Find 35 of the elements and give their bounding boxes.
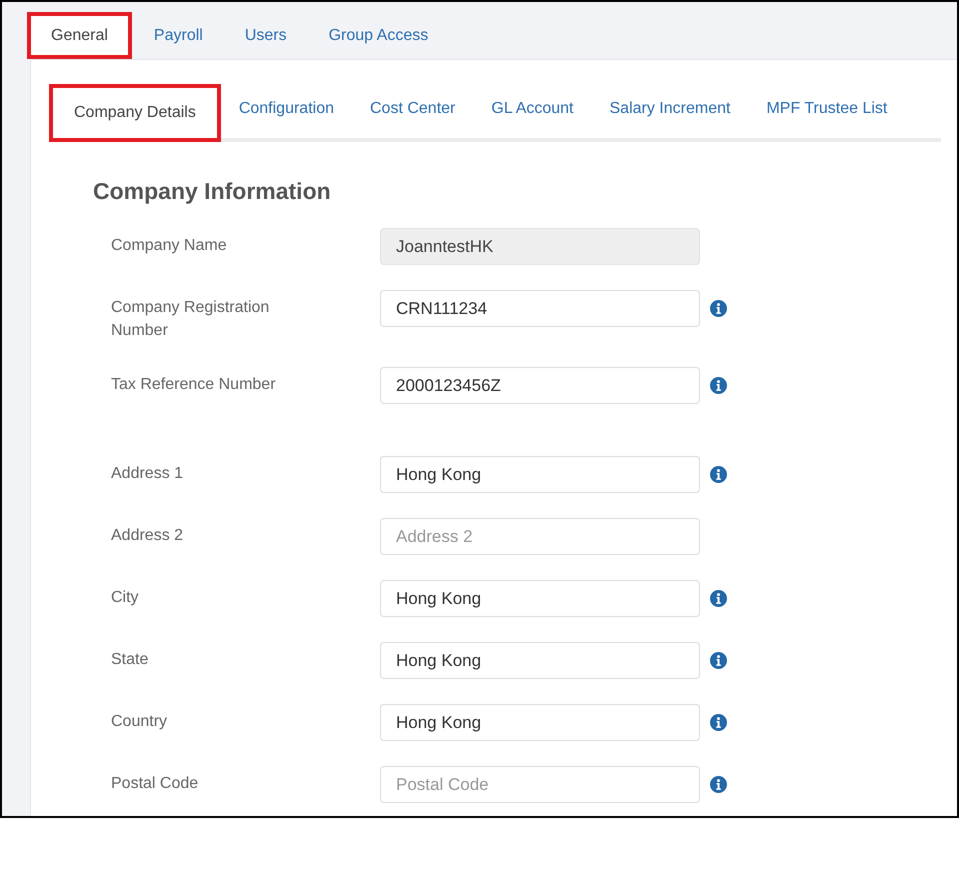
- field-label: Address 2: [111, 526, 184, 546]
- info-icon: [710, 714, 727, 731]
- text-field[interactable]: Hong Kong: [380, 642, 700, 679]
- sub-tab[interactable]: MPF Trustee List: [748, 80, 906, 138]
- text-field[interactable]: Hong Kong: [380, 704, 700, 741]
- field-label: Postal Code: [111, 774, 200, 794]
- info-icon: [710, 776, 727, 793]
- text-field[interactable]: Postal Code: [380, 766, 700, 803]
- text-field[interactable]: Hong Kong: [380, 580, 700, 617]
- tab[interactable]: General: [27, 12, 132, 59]
- sub-tab[interactable]: Cost Center: [352, 80, 474, 138]
- field-label: Tax Reference Number: [111, 375, 277, 395]
- field-label: Country: [111, 712, 168, 732]
- text-field[interactable]: Address 2: [380, 518, 700, 555]
- sub-tab[interactable]: Configuration: [220, 80, 352, 138]
- field-label: State: [111, 650, 150, 670]
- section-title: Company Information: [93, 177, 332, 206]
- text-field[interactable]: CRN111234: [380, 290, 700, 327]
- info-icon: [710, 377, 727, 394]
- info-icon: [710, 300, 727, 317]
- text-field[interactable]: Hong Kong: [380, 456, 700, 493]
- sub-tab[interactable]: Company Details: [49, 84, 221, 142]
- tab[interactable]: Group Access: [308, 12, 448, 59]
- sub-tab[interactable]: Salary Increment: [592, 80, 748, 138]
- field-label: Company Name: [111, 236, 228, 256]
- info-icon: [710, 466, 727, 483]
- sub-tab[interactable]: GL Account: [473, 80, 592, 138]
- field-label: Company Registration Number: [111, 298, 270, 341]
- text-field[interactable]: 2000123456Z: [380, 367, 700, 404]
- tab[interactable]: Users: [224, 12, 307, 59]
- info-icon: [710, 590, 727, 607]
- info-icon: [710, 652, 727, 669]
- tab[interactable]: Payroll: [134, 12, 223, 59]
- field-label: Address 1: [111, 464, 184, 484]
- field-label: City: [111, 588, 140, 608]
